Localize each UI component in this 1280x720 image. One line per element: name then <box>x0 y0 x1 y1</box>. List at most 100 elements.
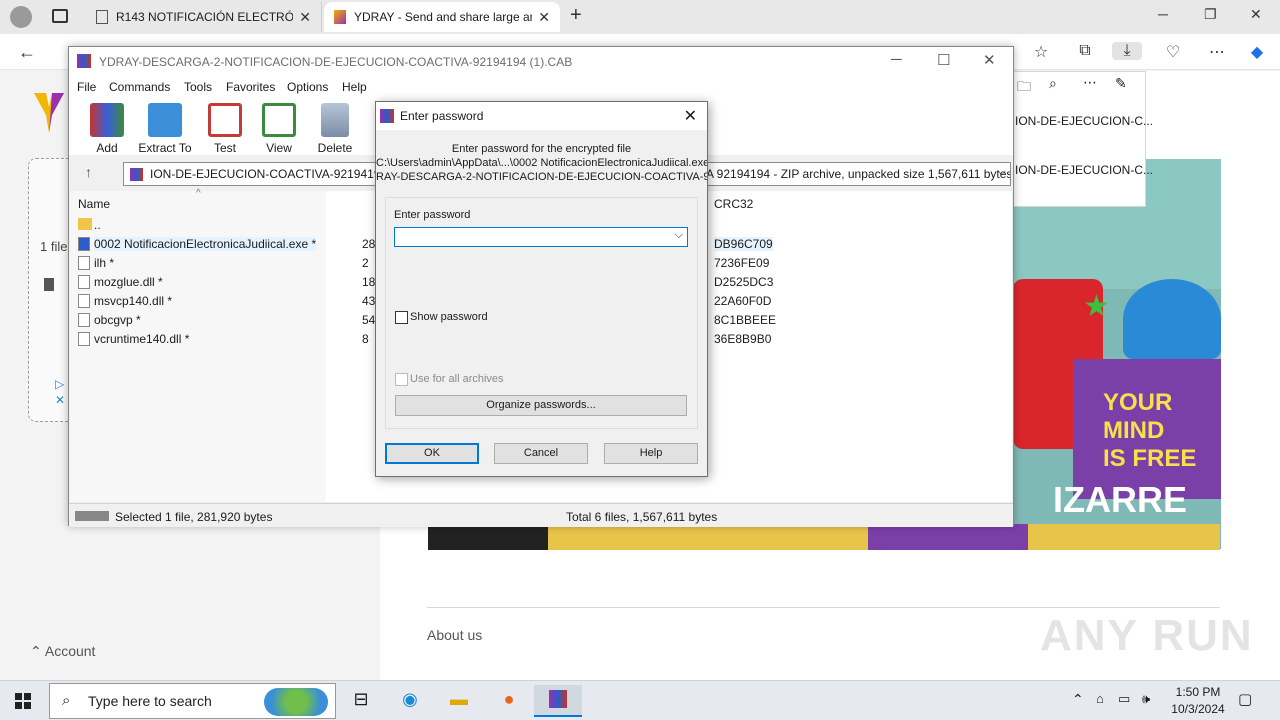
exe-file-icon <box>78 237 90 251</box>
menu-favorites[interactable]: Favorites <box>226 80 275 94</box>
close-button[interactable]: ✕ <box>983 51 996 69</box>
tab-actions-icon[interactable] <box>52 9 68 23</box>
profile-avatar[interactable] <box>10 6 32 28</box>
help-button[interactable]: Help <box>604 443 698 464</box>
tab-title: YDRAY - Send and share large an <box>354 10 533 24</box>
maximize-button[interactable]: ☐ <box>937 51 950 69</box>
file-crc: 22A60F0D <box>714 294 772 308</box>
favorites-star-icon[interactable]: ☆ <box>1030 42 1052 62</box>
view-button[interactable]: View <box>251 103 307 155</box>
cancel-button[interactable]: Cancel <box>494 443 588 464</box>
tab-notificacion[interactable]: R143 NOTIFICACIÓN ELECTRÓNI ✕ <box>86 2 322 32</box>
ad-close-icon[interactable]: ✕ <box>55 393 65 407</box>
more-options-icon[interactable]: ⋯ <box>1083 74 1097 91</box>
close-window-button[interactable]: ✕ <box>1250 6 1262 23</box>
account-label: Account <box>44 643 96 659</box>
add-button[interactable]: Add <box>79 103 135 155</box>
copilot-icon[interactable]: ◆ <box>1246 42 1268 62</box>
download-item[interactable]: ION-DE-EJECUCION-C... <box>1015 114 1153 128</box>
file-crc: 7236FE09 <box>714 256 770 270</box>
account-toggle[interactable]: ⌃ Account <box>30 643 95 660</box>
message-line: Enter password for the encrypted file <box>451 143 632 155</box>
chevron-up-icon[interactable]: ⌃ <box>1072 691 1084 708</box>
winrar-taskbar-icon[interactable] <box>534 685 582 717</box>
file-crc: D2525DC3 <box>714 275 774 289</box>
menu-options[interactable]: Options <box>287 80 328 94</box>
close-tab-icon[interactable]: ✕ <box>299 9 311 26</box>
search-highlight-icon <box>264 688 328 716</box>
organize-passwords-button[interactable]: Organize passwords... <box>395 395 687 416</box>
collections-icon[interactable]: ⧉ <box>1074 42 1096 60</box>
chevron-down-icon[interactable]: ⌵ <box>998 166 1006 179</box>
show-password-checkbox[interactable] <box>395 311 408 324</box>
notifications-icon[interactable]: ▢ <box>1238 690 1252 708</box>
pin-icon[interactable]: ✎ <box>1115 75 1127 92</box>
clock-time[interactable]: 1:50 PM <box>1166 685 1230 699</box>
start-button[interactable] <box>15 693 31 709</box>
search-downloads-icon[interactable]: ⌕ <box>1049 75 1057 92</box>
back-arrow-icon[interactable]: ← <box>18 42 36 63</box>
extract-folder-icon <box>148 103 182 137</box>
file-explorer-icon[interactable]: ▬ <box>446 689 472 713</box>
show-password-label[interactable]: Show password <box>410 311 488 323</box>
path-info: A 92194194 - ZIP archive, unpacked size … <box>706 167 1011 181</box>
clock-date[interactable]: 10/3/2024 <box>1166 702 1230 716</box>
extract-to-button[interactable]: Extract To <box>137 103 193 155</box>
menu-file[interactable]: File <box>77 80 96 94</box>
delete-button[interactable]: Delete <box>307 103 363 155</box>
file-icon <box>78 256 90 270</box>
chevron-down-icon[interactable]: ⌵ <box>675 229 683 242</box>
ad-play-icon[interactable]: ▷ <box>55 377 64 391</box>
open-folder-icon[interactable]: 🗀 <box>1017 76 1031 100</box>
test-button[interactable]: Test <box>197 103 253 155</box>
file-size: 2 <box>362 256 369 270</box>
close-tab-icon[interactable]: ✕ <box>538 9 550 26</box>
column-name[interactable]: Name <box>78 197 110 211</box>
firefox-icon[interactable]: ● <box>496 689 522 713</box>
winrar-app-icon <box>380 109 394 123</box>
folder-icon <box>78 218 92 230</box>
taskbar-search-input[interactable]: ⌕ Type here to search <box>49 683 336 719</box>
ok-button[interactable]: OK <box>385 443 479 464</box>
password-label: Enter password <box>394 209 471 221</box>
password-input[interactable]: ⌵ <box>394 227 688 247</box>
performance-icon[interactable]: ♡ <box>1162 42 1184 62</box>
file-name: .. <box>94 218 101 232</box>
file-name: mozglue.dll * <box>94 275 163 289</box>
winrar-title: YDRAY-DESCARGA-2-NOTIFICACION-DE-EJECUCI… <box>99 55 573 69</box>
close-icon[interactable]: ✕ <box>684 106 697 126</box>
about-us-link[interactable]: About us <box>427 627 482 643</box>
dll-file-icon <box>78 332 90 346</box>
extract-to-label: Extract To <box>138 141 192 155</box>
more-menu-icon[interactable]: ⋯ <box>1206 42 1228 62</box>
dialog-message: Enter password for the encrypted file C:… <box>376 142 707 184</box>
use-for-all-checkbox[interactable] <box>395 373 408 386</box>
chevron-up-icon: ⌃ <box>30 643 45 659</box>
file-name: 0002 NotificacionElectronicaJudiical.exe… <box>94 237 317 251</box>
status-bar: Selected 1 file, 281,920 bytes Total 6 f… <box>69 503 1013 527</box>
minimize-button[interactable]: ─ <box>1158 6 1168 22</box>
edge-icon[interactable]: ◉ <box>397 689 423 713</box>
files-count: 1 file <box>40 239 68 254</box>
wifi-icon[interactable]: ▭ <box>1118 691 1130 707</box>
menu-help[interactable]: Help <box>342 80 367 94</box>
minimize-button[interactable]: ─ <box>891 51 902 68</box>
status-total: Total 6 files, 1,567,611 bytes <box>566 510 718 524</box>
test-label: Test <box>213 141 236 155</box>
file-crc: DB96C709 <box>714 237 773 251</box>
column-crc32[interactable]: CRC32 <box>714 197 753 211</box>
task-view-icon[interactable]: ⊟ <box>348 689 374 713</box>
ydray-logo-icon <box>34 93 64 133</box>
message-archive: RAY-DESCARGA-2-NOTIFICACION-DE-EJECUCION… <box>376 171 707 183</box>
volume-icon[interactable]: 🕪 <box>1142 691 1150 707</box>
new-tab-button[interactable]: + <box>570 4 582 27</box>
tab-ydray[interactable]: YDRAY - Send and share large an ✕ <box>324 2 560 32</box>
download-item[interactable]: ION-DE-EJECUCION-C... <box>1015 163 1153 177</box>
maximize-button[interactable]: ❐ <box>1204 6 1217 23</box>
downloads-icon[interactable]: ⤓ <box>1112 42 1142 60</box>
up-arrow-icon[interactable]: ↑ <box>85 164 92 180</box>
file-icon <box>44 278 54 291</box>
network-icon[interactable]: ⌂ <box>1096 691 1104 706</box>
menu-commands[interactable]: Commands <box>109 80 170 94</box>
menu-tools[interactable]: Tools <box>184 80 212 94</box>
